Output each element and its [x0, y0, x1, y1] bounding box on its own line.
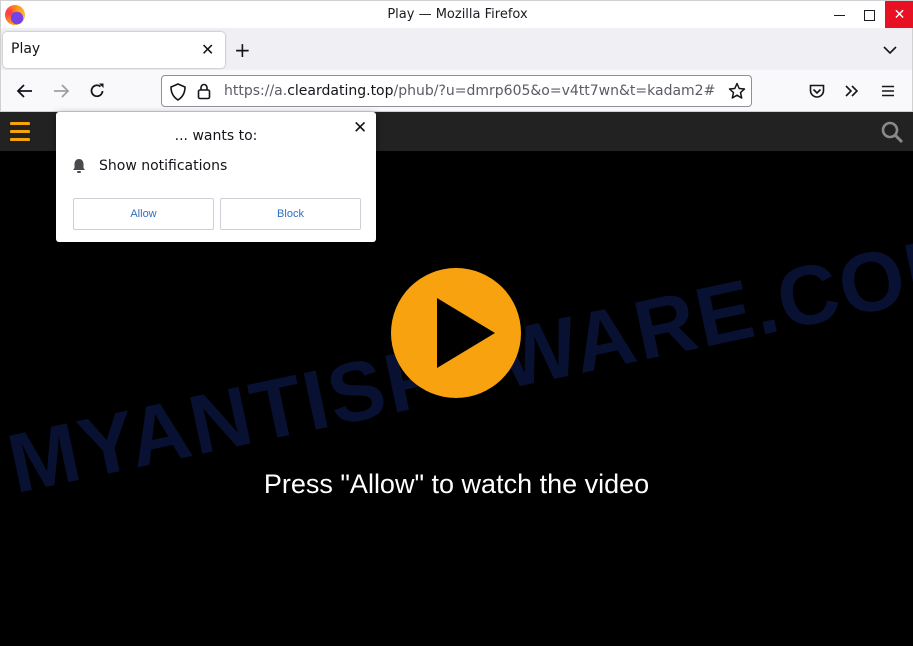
- shield-icon[interactable]: [170, 83, 186, 105]
- close-tab-icon[interactable]: ✕: [201, 40, 214, 59]
- overflow-chevrons-icon[interactable]: [841, 80, 863, 102]
- app-menu-icon[interactable]: [877, 80, 899, 102]
- play-button[interactable]: [391, 268, 521, 398]
- play-icon: [437, 298, 495, 368]
- window-close-button[interactable]: ✕: [885, 1, 913, 29]
- url-text[interactable]: https://a.cleardating.top/phub/?u=dmrp60…: [224, 83, 724, 99]
- url-prefix: https://a.: [224, 83, 288, 99]
- window-titlebar: Play — Mozilla Firefox ✕: [0, 0, 913, 29]
- site-menu-icon[interactable]: [10, 122, 30, 142]
- bookmark-star-icon[interactable]: [728, 82, 746, 104]
- tab-title: Play: [11, 41, 41, 57]
- lock-icon[interactable]: [197, 82, 211, 104]
- navigation-toolbar: https://a.cleardating.top/phub/?u=dmrp60…: [0, 70, 913, 112]
- allow-button[interactable]: Allow: [73, 198, 214, 230]
- back-arrow-icon[interactable]: [14, 80, 36, 102]
- window-title: Play — Mozilla Firefox: [387, 7, 528, 22]
- tab-strip: Play ✕: [0, 28, 913, 70]
- block-button[interactable]: Block: [220, 198, 361, 230]
- allow-instruction-message: Press "Allow" to watch the video: [263, 469, 650, 499]
- reload-icon[interactable]: [86, 80, 108, 102]
- maximize-button[interactable]: [855, 1, 883, 29]
- popup-close-icon[interactable]: ✕: [353, 118, 367, 138]
- maximize-icon: [863, 9, 875, 21]
- pocket-icon[interactable]: [806, 80, 828, 102]
- tab-play[interactable]: Play ✕: [3, 32, 225, 68]
- list-all-tabs-icon[interactable]: [883, 40, 897, 59]
- forward-arrow-icon[interactable]: [50, 80, 72, 102]
- site-search-icon[interactable]: [880, 120, 904, 144]
- popup-title: ... wants to:: [174, 128, 258, 144]
- notification-permission-popup: ... wants to: ✕ Show notifications Allow…: [56, 112, 376, 242]
- url-domain: cleardating.top: [287, 83, 394, 99]
- minimize-button[interactable]: [825, 1, 853, 29]
- url-suffix: /phub/?u=dmrp605&o=v4tt7wn&t=kadam2#: [393, 83, 716, 99]
- permission-label: Show notifications: [99, 158, 228, 174]
- minimize-icon: [833, 14, 845, 16]
- new-tab-button[interactable]: +: [234, 38, 251, 62]
- bell-icon: [72, 158, 86, 174]
- url-bar[interactable]: https://a.cleardating.top/phub/?u=dmrp60…: [161, 75, 752, 107]
